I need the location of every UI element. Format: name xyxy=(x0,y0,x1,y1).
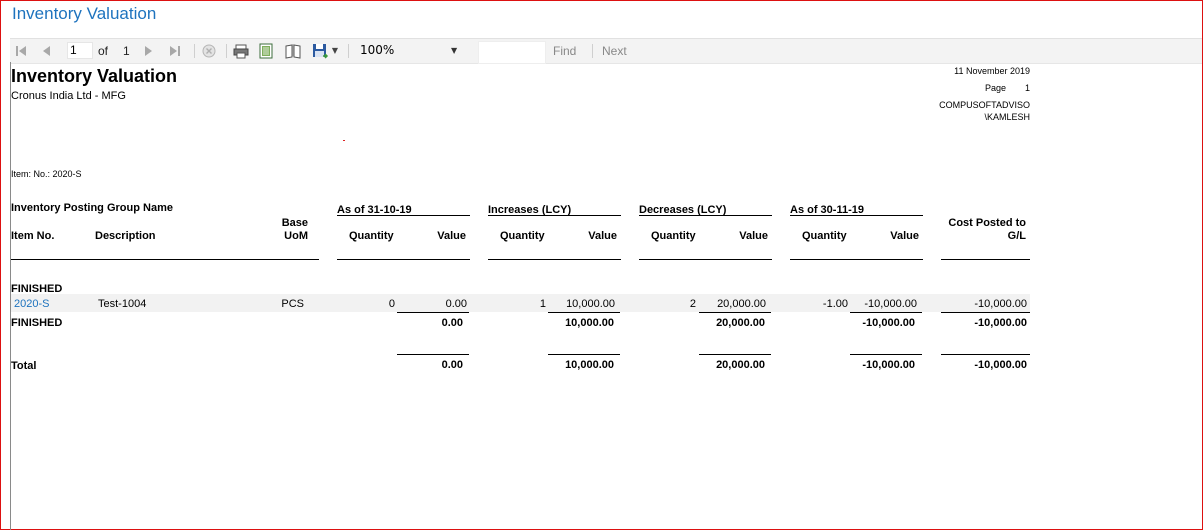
report-title: Inventory Valuation xyxy=(11,66,178,86)
next-page-icon[interactable] xyxy=(143,42,157,60)
header-value: Value xyxy=(588,230,617,242)
group-total-dec-value: 20,000.00 xyxy=(716,317,765,329)
page-label: Page xyxy=(985,83,1007,93)
page-setup-icon[interactable] xyxy=(284,42,302,60)
header-bottom-rule xyxy=(488,259,621,260)
header-description: Description xyxy=(95,230,156,242)
toolbar-separator xyxy=(226,44,227,58)
header-underline xyxy=(337,215,470,216)
subtotal-rule xyxy=(941,312,1030,313)
group-total-label: FINISHED xyxy=(11,317,63,329)
header-value: Value xyxy=(437,230,466,242)
header-underline xyxy=(488,215,621,216)
zoom-dropdown-icon[interactable]: ▼ xyxy=(451,42,457,59)
grand-total-inc-value: 10,000.00 xyxy=(565,359,614,371)
item-inc-qty: 1 xyxy=(539,298,546,310)
header-value: Value xyxy=(890,230,919,242)
zoom-select[interactable]: 100% xyxy=(360,42,462,59)
next-link[interactable]: Next xyxy=(602,39,627,63)
first-page-icon[interactable] xyxy=(14,42,30,60)
header-bottom-rule xyxy=(941,259,1030,260)
decorative-dot xyxy=(343,140,345,141)
grand-total-start-value: 0.00 xyxy=(441,359,463,371)
toolbar-separator xyxy=(194,44,195,58)
grand-total-end-value: -10,000.00 xyxy=(862,359,915,371)
item-cost-posted: -10,000.00 xyxy=(974,298,1027,310)
page-number: 1 xyxy=(1024,83,1030,93)
header-underline xyxy=(639,215,772,216)
subtotal-rule xyxy=(397,312,469,313)
header-item-no: Item No. xyxy=(11,230,55,242)
item-inc-value: 10,000.00 xyxy=(566,298,615,310)
header-base-uom-2: UoM xyxy=(284,230,308,242)
header-base-uom-1: Base xyxy=(281,217,308,229)
report-left-border xyxy=(10,62,11,530)
last-page-icon[interactable] xyxy=(168,42,184,60)
item-end-value: -10,000.00 xyxy=(864,298,917,310)
find-input[interactable] xyxy=(478,41,546,64)
header-bottom-rule xyxy=(790,259,923,260)
toolbar-separator xyxy=(348,44,349,58)
item-dec-value: 20,000.00 xyxy=(717,298,766,310)
item-end-qty: -1.00 xyxy=(822,298,848,310)
grand-total-dec-value: 20,000.00 xyxy=(716,359,765,371)
user-id-line1: COMPUSOFTADVISO xyxy=(939,100,1030,110)
header-bottom-rule xyxy=(337,259,470,260)
header-bottom-rule xyxy=(11,259,319,260)
total-rule xyxy=(548,354,620,355)
report-date: 11 November 2019 xyxy=(954,66,1030,76)
company-name: Cronus India Ltd - MFG xyxy=(11,90,126,102)
header-quantity: Quantity xyxy=(802,230,847,242)
stop-icon[interactable] xyxy=(201,42,219,60)
total-rule xyxy=(850,354,922,355)
previous-page-icon[interactable] xyxy=(40,42,54,60)
header-posting-group: Inventory Posting Group Name xyxy=(11,202,173,214)
report-toolbar: of 1 ▼ 100% ▼ Find Next xyxy=(10,38,1202,64)
group-total-cost-posted: -10,000.00 xyxy=(974,317,1027,329)
subtotal-rule xyxy=(548,312,620,313)
page-total-label: 1 xyxy=(123,44,130,58)
item-start-value: 0.00 xyxy=(445,298,467,310)
toolbar-separator xyxy=(592,44,593,58)
total-rule xyxy=(941,354,1030,355)
group-total-inc-value: 10,000.00 xyxy=(565,317,614,329)
window-title: Inventory Valuation xyxy=(12,4,157,23)
header-quantity: Quantity xyxy=(500,230,545,242)
page-number-input[interactable] xyxy=(67,42,93,59)
item-description: Test-1004 xyxy=(98,298,147,310)
subtotal-rule xyxy=(699,312,771,313)
item-start-qty: 0 xyxy=(388,298,395,310)
subtotal-rule xyxy=(850,312,922,313)
grand-total-cost-posted: -10,000.00 xyxy=(974,359,1027,371)
group-total-start-value: 0.00 xyxy=(441,317,463,329)
total-rule xyxy=(699,354,771,355)
print-icon[interactable] xyxy=(232,42,250,60)
header-underline xyxy=(790,215,923,216)
report-page: Inventory Valuation Cronus India Ltd - M… xyxy=(0,62,1203,530)
export-dropdown-icon[interactable]: ▼ xyxy=(330,42,340,60)
item-filter: Item: No.: 2020-S xyxy=(11,169,82,179)
item-no-link[interactable]: 2020-S xyxy=(14,298,49,310)
print-layout-icon[interactable] xyxy=(258,42,276,60)
user-id-line2: \KAMLESH xyxy=(984,112,1030,122)
header-quantity: Quantity xyxy=(651,230,696,242)
header-value: Value xyxy=(739,230,768,242)
export-icon[interactable] xyxy=(311,42,329,60)
header-cost-posted-2: G/L xyxy=(1007,230,1026,242)
item-dec-qty: 2 xyxy=(689,298,696,310)
item-uom: PCS xyxy=(281,298,304,310)
find-link[interactable]: Find xyxy=(553,39,576,63)
header-quantity: Quantity xyxy=(349,230,394,242)
total-rule xyxy=(397,354,469,355)
page-of-label: of xyxy=(98,44,109,58)
header-bottom-rule xyxy=(639,259,772,260)
group-total-end-value: -10,000.00 xyxy=(862,317,915,329)
header-cost-posted-1: Cost Posted to xyxy=(948,217,1026,229)
grand-total-label: Total xyxy=(11,360,37,372)
